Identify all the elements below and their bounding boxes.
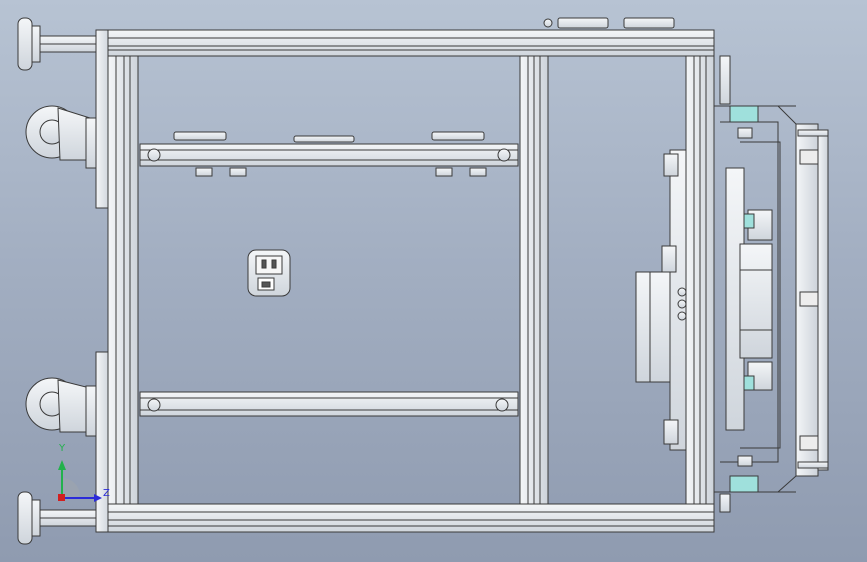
hinge-top-2: [623, 17, 675, 29]
crossbar-lower: [139, 391, 519, 417]
screw-top: [543, 18, 553, 28]
frame-top-rail: [107, 29, 715, 57]
frame-left-post: [107, 55, 139, 505]
y-axis-label: Y: [59, 443, 66, 454]
right-bracket-plate: [725, 167, 773, 431]
hinge-top-1: [557, 17, 609, 29]
caster-wheel-bottom: [25, 377, 101, 437]
crossbar-upper: [139, 131, 519, 177]
leveling-foot-top: [17, 17, 101, 71]
power-inlet-module: [247, 249, 291, 297]
frame-right-post: [685, 55, 715, 505]
caster-wheel-top: [25, 105, 101, 169]
cad-drawing: [17, 17, 829, 545]
motor-assembly: [635, 149, 687, 451]
cad-viewport[interactable]: Y Z: [0, 0, 867, 562]
frame-bottom-rail: [107, 503, 715, 533]
coordinate-triad: [58, 460, 102, 502]
z-axis-label: Z: [103, 488, 110, 499]
frame-middle-post: [519, 55, 549, 505]
